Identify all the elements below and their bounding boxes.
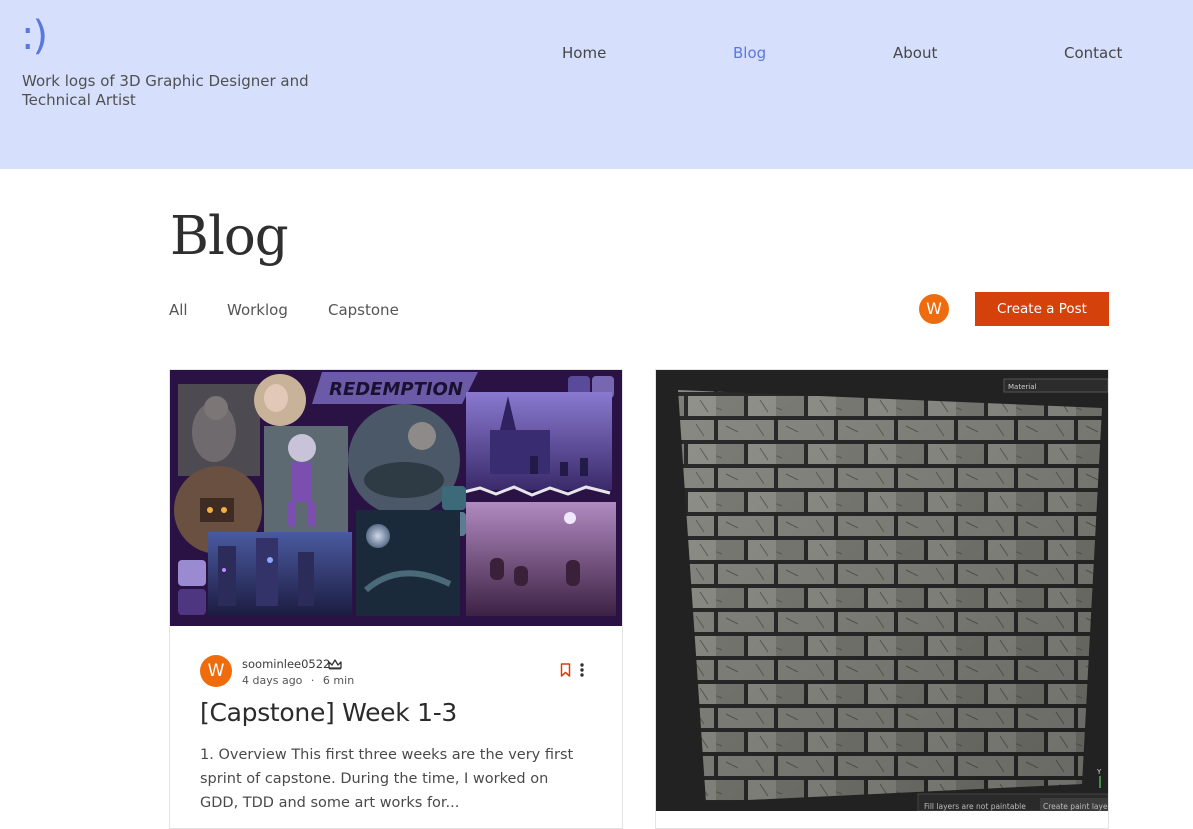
material-dropdown: Material: [1008, 383, 1036, 391]
cover-title: REDEMPTION: [329, 379, 463, 400]
category-capstone[interactable]: Capstone: [328, 301, 399, 319]
user-avatar[interactable]: W: [919, 294, 949, 324]
more-options-icon[interactable]: [578, 662, 586, 678]
post-excerpt: 1. Overview This first three weeks are t…: [200, 747, 574, 811]
page-title: Blog: [170, 206, 289, 267]
post-time-ago: 4 days ago: [242, 674, 303, 687]
post-cover-image[interactable]: Material Y Fill layers are not paintable…: [656, 370, 1108, 811]
post-read-time: 6 min: [322, 674, 355, 687]
moodboard-collage: REDEMPTION: [170, 370, 622, 626]
post-title[interactable]: [Capstone] Week 1-3: [200, 698, 457, 727]
post-card[interactable]: REDEMPTION W soominlee0522 4 days ago · …: [169, 369, 623, 829]
author-name[interactable]: soominlee0522: [242, 657, 330, 671]
create-post-button[interactable]: Create a Post: [975, 292, 1109, 326]
site-tagline: Work logs of 3D Graphic Designer and Tec…: [22, 72, 309, 109]
author-avatar[interactable]: W: [200, 655, 232, 687]
post-meta: 4 days ago · 6 min: [242, 674, 354, 687]
status-fill-layers: Fill layers are not paintable: [924, 802, 1026, 811]
post-cover-image[interactable]: REDEMPTION: [170, 370, 622, 626]
nav-home[interactable]: Home: [562, 44, 606, 62]
nav-contact[interactable]: Contact: [1064, 44, 1122, 62]
stone-wall-render: Material Y Fill layers are not paintable…: [656, 370, 1108, 811]
bookmark-icon[interactable]: [560, 663, 571, 677]
nav-blog[interactable]: Blog: [733, 44, 766, 62]
site-header: :) Work logs of 3D Graphic Designer and …: [0, 0, 1193, 169]
category-worklog[interactable]: Worklog: [227, 301, 288, 319]
nav-about[interactable]: About: [893, 44, 937, 62]
axis-y-label: Y: [1096, 768, 1102, 776]
category-all[interactable]: All: [169, 301, 188, 319]
status-create-paint-layer: Create paint layer: [1043, 802, 1108, 811]
site-logo[interactable]: :): [21, 16, 48, 56]
post-card[interactable]: Material Y Fill layers are not paintable…: [655, 369, 1109, 829]
crown-icon: [328, 659, 342, 670]
meta-separator: ·: [310, 674, 315, 687]
